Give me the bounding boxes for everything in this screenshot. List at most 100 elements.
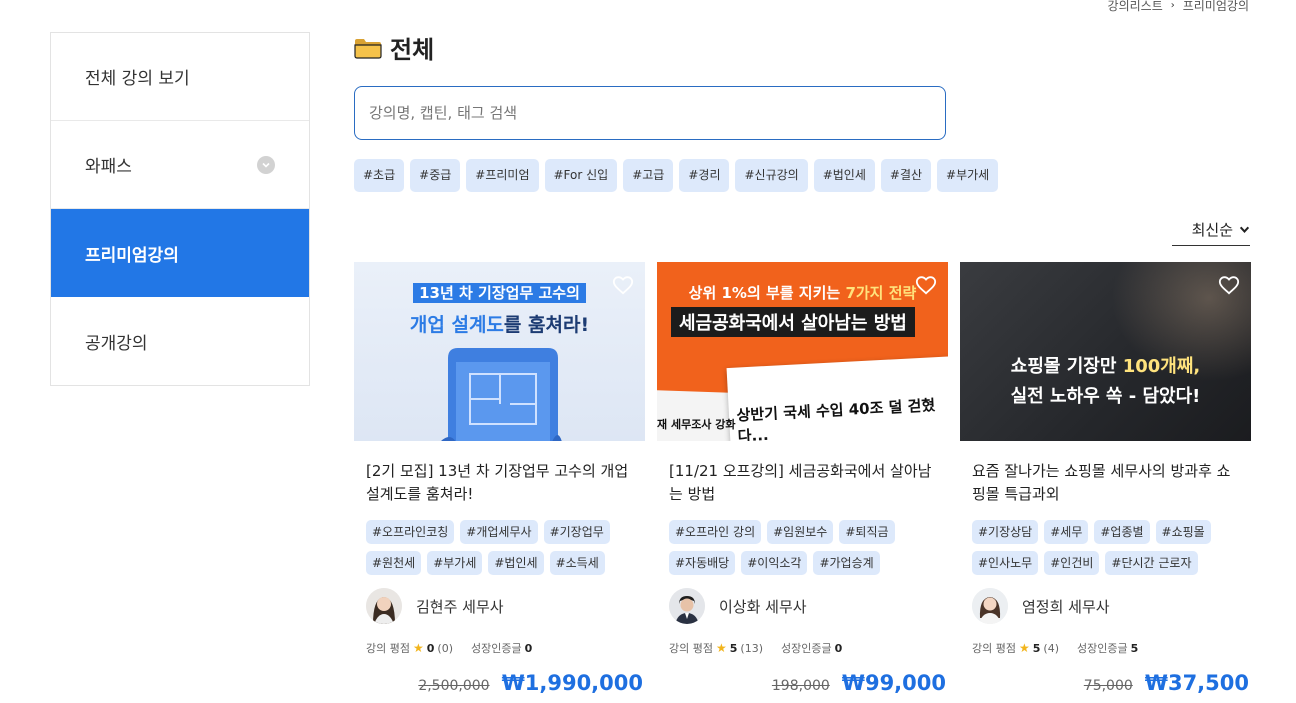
chevron-down-icon[interactable] — [257, 155, 275, 174]
course-tag[interactable]: #퇴직금 — [839, 520, 895, 544]
course-title[interactable]: 요즘 잘나가는 쇼핑몰 세무사의 방과후 쇼핑몰 특급과외 — [960, 460, 1251, 508]
filter-tag[interactable]: #경리 — [679, 159, 730, 192]
avatar — [669, 588, 705, 624]
filter-tag[interactable]: #부가세 — [937, 159, 999, 192]
cert-label: 성장인증글 — [781, 642, 832, 655]
author-name: 이상화 세무사 — [719, 597, 807, 616]
course-price: 198,000 ₩99,000 — [772, 671, 946, 695]
cert-label: 성장인증글 — [1077, 642, 1128, 655]
course-tag-list: #오프라인코칭 #개업세무사 #기장업무 #원천세 #부가세 #법인세 #소득세 — [354, 520, 645, 575]
sidebar-item-public[interactable]: 공개강의 — [51, 297, 309, 385]
rating-value: 5 — [729, 641, 738, 655]
thumbnail-text: 개업 설계도 — [409, 314, 504, 336]
heart-icon[interactable] — [612, 274, 634, 296]
author: 이상화 세무사 — [657, 588, 948, 624]
page-title: 전체 — [354, 30, 434, 65]
course-tag[interactable]: #원천세 — [366, 551, 422, 575]
search-input[interactable] — [354, 86, 946, 140]
course-title[interactable]: [2기 모집] 13년 차 기장업무 고수의 개업 설계도를 훔쳐라! — [354, 460, 645, 508]
course-tag[interactable]: #소득세 — [549, 551, 605, 575]
cert-count: 0 — [834, 641, 843, 655]
course-tag[interactable]: #기장업무 — [543, 520, 610, 544]
filter-tag[interactable]: #고급 — [623, 159, 674, 192]
star-icon: ★ — [412, 641, 424, 655]
original-price: 75,000 — [1083, 678, 1133, 694]
author-name: 김현주 세무사 — [416, 597, 504, 616]
course-thumbnail[interactable]: 상위 1%의 부를 지키는 7가지 전략 세금공화국에서 살아남는 방법 상반기… — [657, 262, 948, 441]
course-tag-list: #기장상담 #세무 #업종별 #쇼핑몰 #인사노무 #인건비 #단시간 근로자 — [960, 520, 1251, 575]
sidebar: 전체 강의 보기 와패스 프리미엄강의 공개강의 — [50, 32, 310, 386]
course-tag[interactable]: #부가세 — [427, 551, 483, 575]
rating-value: 5 — [1032, 641, 1041, 655]
heart-icon[interactable] — [1218, 274, 1240, 296]
sidebar-item-label: 공개강의 — [85, 333, 148, 354]
sidebar-item-label: 프리미엄강의 — [85, 245, 179, 266]
course-card[interactable]: 13년 차 기장업무 고수의 개업 설계도를 훔쳐라! [2기 모집] 13년 … — [354, 262, 645, 695]
sale-price: ₩1,990,000 — [501, 671, 643, 695]
sale-price: ₩37,500 — [1144, 671, 1249, 695]
thumbnail-text: 13년 차 기장업무 고수의 — [413, 283, 586, 303]
author: 김현주 세무사 — [354, 588, 645, 624]
chevron-right-icon: › — [1170, 0, 1175, 11]
course-tag[interactable]: #개업세무사 — [460, 520, 538, 544]
sort-select[interactable]: 최신순 — [1172, 214, 1250, 246]
filter-tag[interactable]: #For 신입 — [544, 159, 618, 192]
course-tag[interactable]: #임원보수 — [767, 520, 834, 544]
course-tag[interactable]: #이익소각 — [741, 551, 808, 575]
course-tag[interactable]: #인사노무 — [972, 551, 1039, 575]
original-price: 198,000 — [771, 678, 830, 694]
filter-tag[interactable]: #결산 — [880, 159, 932, 192]
filter-tag[interactable]: #신규강의 — [735, 159, 808, 192]
sidebar-item-premium[interactable]: 프리미엄강의 — [51, 209, 309, 297]
breadcrumb: 강의리스트 › 프리미엄강의 — [1108, 0, 1249, 14]
sale-price: ₩99,000 — [841, 671, 946, 695]
thumbnail-text: 를 훔쳐라! — [503, 314, 590, 336]
thumbnail-text: 세금공화국에서 살아남는 방법 — [671, 307, 915, 337]
filter-tag[interactable]: #중급 — [410, 159, 461, 192]
rating-count: (13) — [740, 641, 763, 655]
course-tag[interactable]: #쇼핑몰 — [1155, 520, 1211, 544]
course-tag[interactable]: #가업승계 — [813, 551, 880, 575]
original-price: 2,500,000 — [418, 678, 490, 694]
course-tag[interactable]: #자동배당 — [669, 551, 736, 575]
rating-count: (0) — [437, 641, 453, 655]
avatar — [366, 588, 402, 624]
course-tag[interactable]: #업종별 — [1094, 520, 1150, 544]
filter-tag[interactable]: #프리미엄 — [466, 159, 539, 192]
breadcrumb-item-list[interactable]: 강의리스트 — [1108, 0, 1163, 14]
breadcrumb-item-premium[interactable]: 프리미엄강의 — [1183, 0, 1249, 14]
page-title-text: 전체 — [390, 36, 435, 64]
course-thumbnail[interactable]: 쇼핑몰 기장만 100개째, 실전 노하우 쏙 - 담았다! — [960, 262, 1251, 441]
course-card[interactable]: 상위 1%의 부를 지키는 7가지 전략 세금공화국에서 살아남는 방법 상반기… — [657, 262, 948, 695]
sidebar-item-label: 와패스 — [85, 157, 132, 177]
star-icon: ★ — [1018, 641, 1030, 655]
cert-count: 5 — [1130, 641, 1139, 655]
rating-count: (4) — [1043, 641, 1059, 655]
course-tag[interactable]: #인건비 — [1044, 551, 1100, 575]
filter-tag-list: #초급 #중급 #프리미엄 #For 신입 #고급 #경리 #신규강의 #법인세… — [354, 159, 999, 192]
folder-icon — [354, 38, 382, 59]
rating-label: 강의 평점 — [366, 642, 410, 655]
filter-tag[interactable]: #초급 — [354, 159, 405, 192]
course-tag[interactable]: #법인세 — [488, 551, 544, 575]
course-tag[interactable]: #세무 — [1044, 520, 1089, 544]
heart-icon[interactable] — [915, 274, 937, 296]
thumbnail-text: 상위 1%의 부를 지키는 — [688, 284, 846, 302]
author-name: 염정희 세무사 — [1022, 597, 1110, 616]
course-tag[interactable]: #기장상담 — [972, 520, 1039, 544]
course-price: 2,500,000 ₩1,990,000 — [418, 671, 643, 695]
course-tag[interactable]: #오프라인 강의 — [669, 520, 762, 544]
rating-label: 강의 평점 — [972, 642, 1016, 655]
sidebar-item-all[interactable]: 전체 강의 보기 — [51, 33, 309, 121]
course-card-list: 13년 차 기장업무 고수의 개업 설계도를 훔쳐라! [2기 모집] 13년 … — [354, 262, 1251, 695]
course-thumbnail[interactable]: 13년 차 기장업무 고수의 개업 설계도를 훔쳐라! — [354, 262, 645, 441]
course-tag[interactable]: #오프라인코칭 — [366, 520, 455, 544]
filter-tag[interactable]: #법인세 — [813, 159, 875, 192]
blueprint-illustration — [441, 348, 562, 441]
sort-selected-label: 최신순 — [1191, 221, 1233, 239]
sidebar-item-wapass[interactable]: 와패스 — [51, 121, 309, 209]
course-title[interactable]: [11/21 오프강의] 세금공화국에서 살아남는 방법 — [657, 460, 948, 508]
rating-value: 0 — [426, 641, 435, 655]
course-tag[interactable]: #단시간 근로자 — [1105, 551, 1198, 575]
course-card[interactable]: 쇼핑몰 기장만 100개째, 실전 노하우 쏙 - 담았다! 요즘 잘나가는 쇼… — [960, 262, 1251, 695]
